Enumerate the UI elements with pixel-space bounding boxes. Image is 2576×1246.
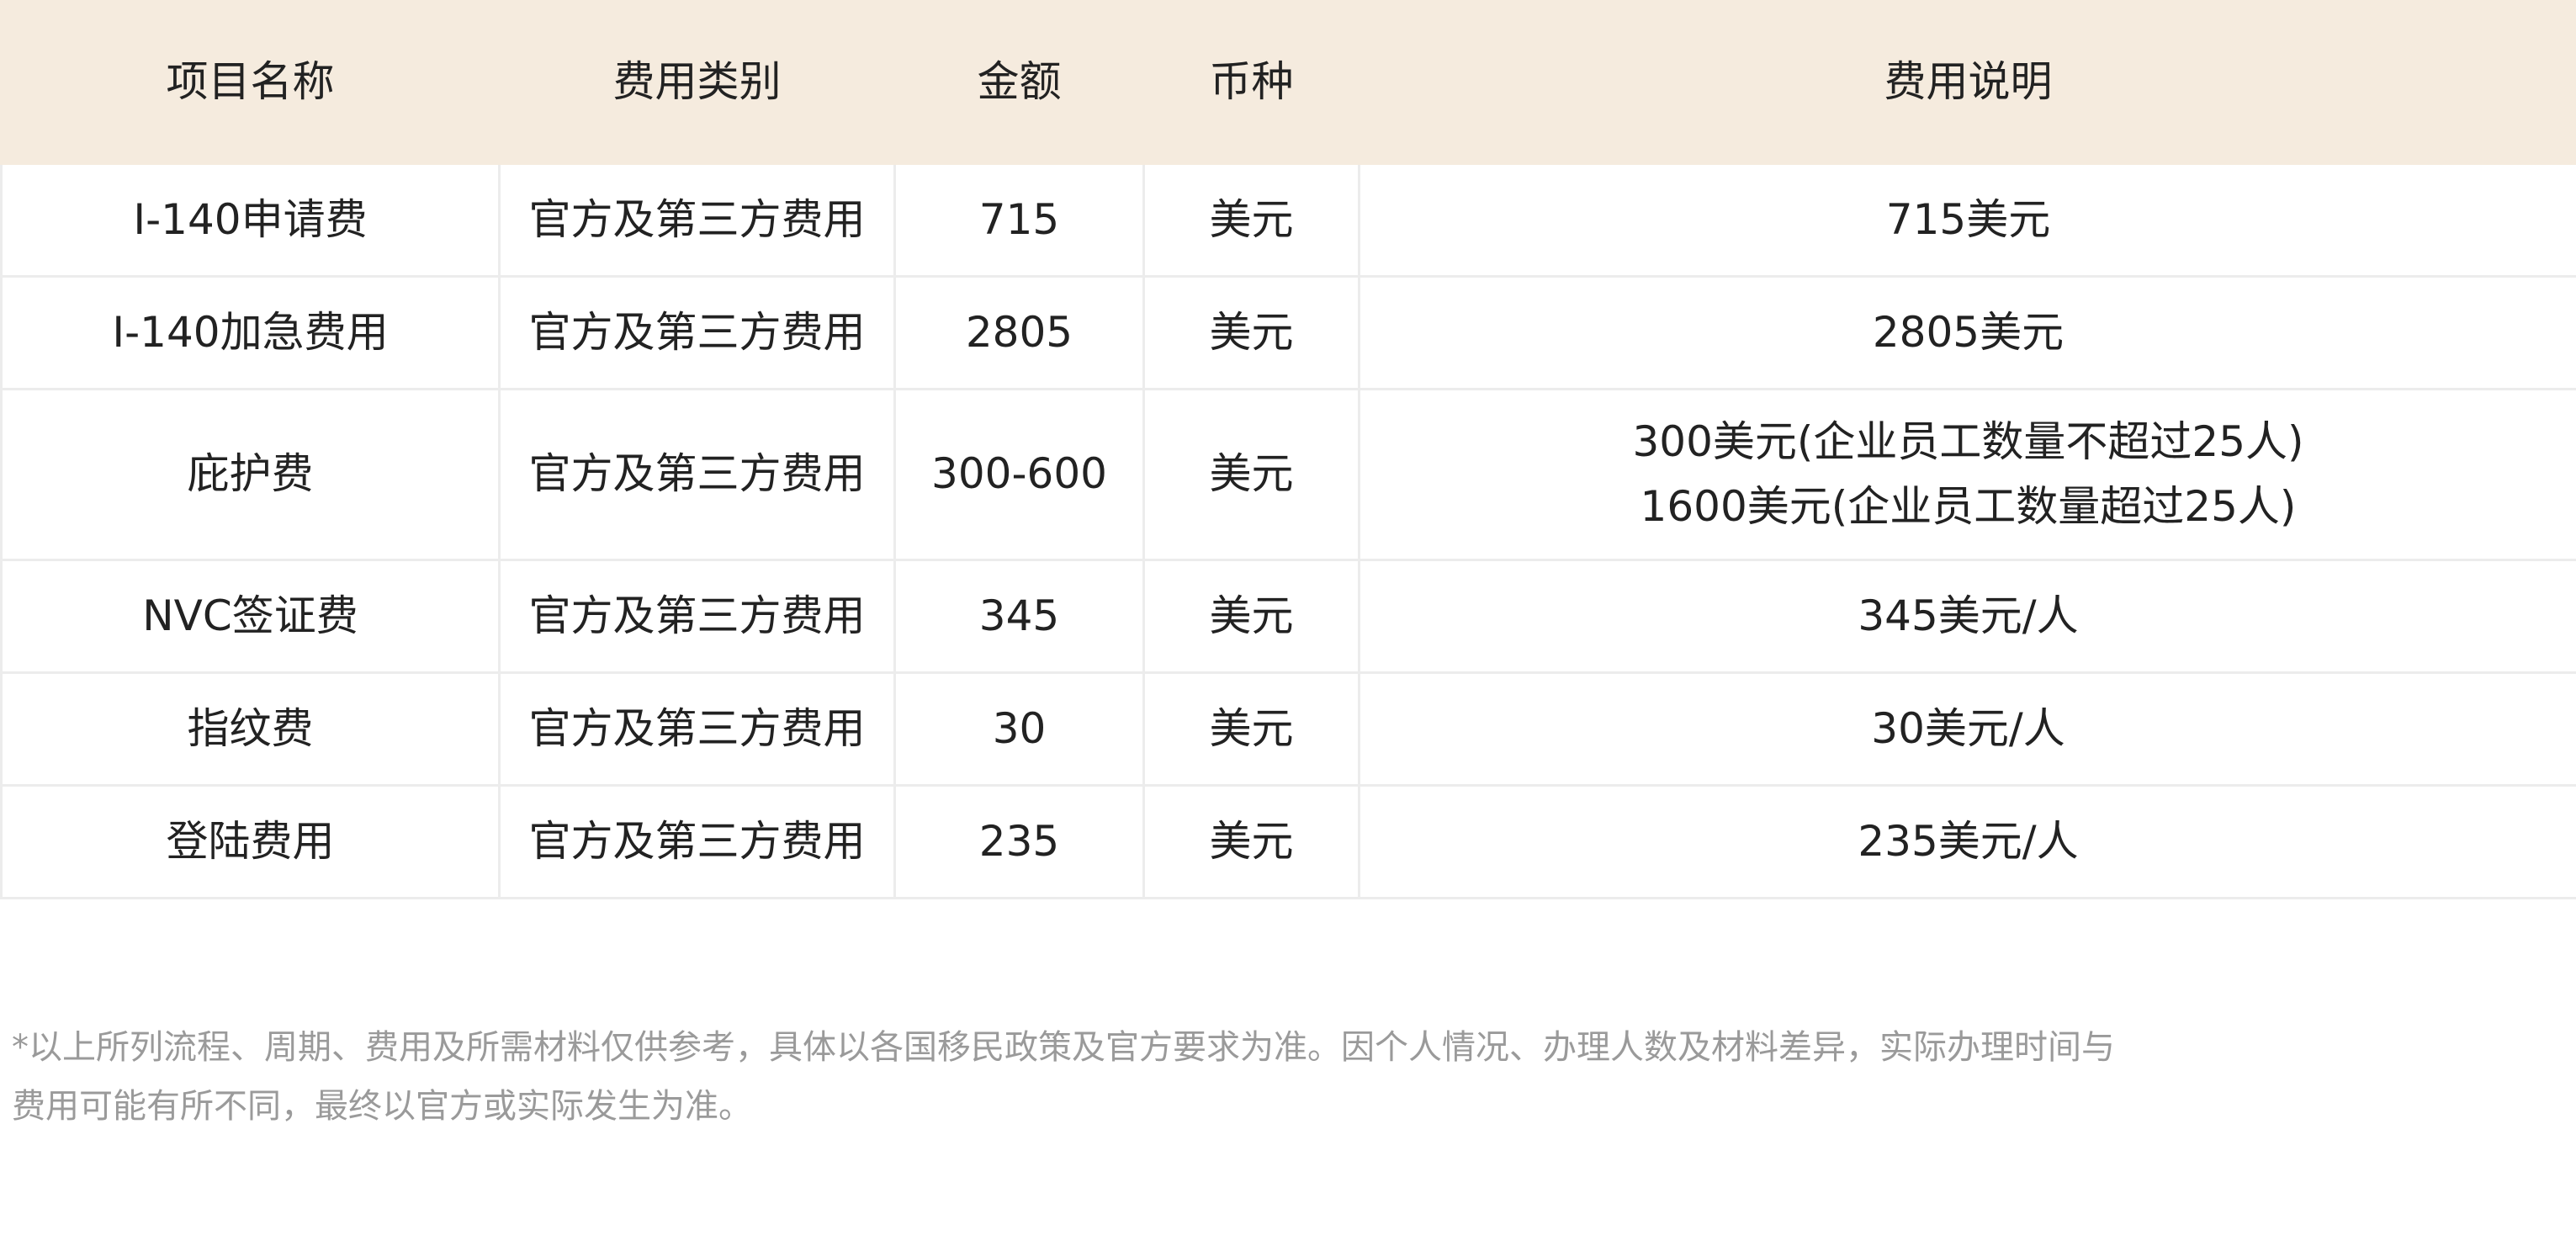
footnote-line: 费用可能有所不同，最终以官方或实际发生为准。 (12, 1087, 752, 1126)
header-fee-category: 费用类别 (498, 0, 896, 165)
cell-fee-category: 官方及第三方费用 (498, 671, 896, 787)
cell-project-name: 登陆费用 (0, 784, 501, 899)
table-row: 庇护费 官方及第三方费用 300-600 美元 300美元(企业员工数量不超过2… (0, 388, 2576, 561)
cell-currency: 美元 (1142, 671, 1360, 787)
description-line: 300美元(企业员工数量不超过25人) (1632, 416, 2304, 466)
fee-table: 项目名称 费用类别 金额 币种 费用说明 I-140申请费 官方及第三方费用 7… (0, 0, 2576, 899)
cell-project-name: 指纹费 (0, 671, 501, 787)
header-currency: 币种 (1142, 0, 1360, 165)
cell-project-name: 庇护费 (0, 388, 501, 561)
cell-currency: 美元 (1142, 559, 1360, 674)
cell-fee-category: 官方及第三方费用 (498, 388, 896, 561)
cell-amount: 235 (893, 784, 1145, 899)
cell-amount: 715 (893, 162, 1145, 278)
table-body: I-140申请费 官方及第三方费用 715 美元 715美元 I-140加急费用… (0, 162, 2576, 899)
description-line: 1600美元(企业员工数量超过25人) (1640, 482, 2297, 531)
cell-project-name: NVC签证费 (0, 559, 501, 674)
table-row: 登陆费用 官方及第三方费用 235 美元 235美元/人 (0, 784, 2576, 899)
cell-fee-description: 30美元/人 (1358, 671, 2576, 787)
cell-currency: 美元 (1142, 388, 1360, 561)
header-row: 项目名称 费用类别 金额 币种 费用说明 (0, 0, 2576, 165)
description-line: 715美元 (1885, 194, 2051, 244)
cell-currency: 美元 (1142, 162, 1360, 278)
cell-fee-category: 官方及第三方费用 (498, 559, 896, 674)
cell-amount: 345 (893, 559, 1145, 674)
cell-project-name: I-140加急费用 (0, 275, 501, 390)
table-row: I-140申请费 官方及第三方费用 715 美元 715美元 (0, 162, 2576, 278)
cell-fee-description: 2805美元 (1358, 275, 2576, 390)
cell-fee-description: 300美元(企业员工数量不超过25人) 1600美元(企业员工数量超过25人) (1358, 388, 2576, 561)
cell-currency: 美元 (1142, 784, 1360, 899)
cell-fee-category: 官方及第三方费用 (498, 162, 896, 278)
table-row: I-140加急费用 官方及第三方费用 2805 美元 2805美元 (0, 275, 2576, 390)
footnote-line: *以上所列流程、周期、费用及所需材料仅供参考，具体以各国移民政策及官方要求为准。… (12, 1028, 2115, 1067)
cell-fee-description: 235美元/人 (1358, 784, 2576, 899)
cell-amount: 30 (893, 671, 1145, 787)
table-header: 项目名称 费用类别 金额 币种 费用说明 (0, 0, 2576, 165)
header-amount: 金额 (893, 0, 1145, 165)
cell-amount: 300-600 (893, 388, 1145, 561)
description-line: 2805美元 (1872, 307, 2065, 357)
header-fee-description: 费用说明 (1358, 0, 2576, 165)
cell-fee-category: 官方及第三方费用 (498, 784, 896, 899)
cell-project-name: I-140申请费 (0, 162, 501, 278)
description-line: 30美元/人 (1871, 703, 2065, 753)
cell-fee-description: 345美元/人 (1358, 559, 2576, 674)
disclaimer-footnote: *以上所列流程、周期、费用及所需材料仅供参考，具体以各国移民政策及官方要求为准。… (12, 1018, 2561, 1136)
description-line: 345美元/人 (1858, 591, 2079, 640)
table-row: 指纹费 官方及第三方费用 30 美元 30美元/人 (0, 671, 2576, 787)
cell-currency: 美元 (1142, 275, 1360, 390)
cell-fee-description: 715美元 (1358, 162, 2576, 278)
table-row: NVC签证费 官方及第三方费用 345 美元 345美元/人 (0, 559, 2576, 674)
header-project-name: 项目名称 (0, 0, 501, 165)
cell-amount: 2805 (893, 275, 1145, 390)
cell-fee-category: 官方及第三方费用 (498, 275, 896, 390)
description-line: 235美元/人 (1858, 816, 2079, 866)
